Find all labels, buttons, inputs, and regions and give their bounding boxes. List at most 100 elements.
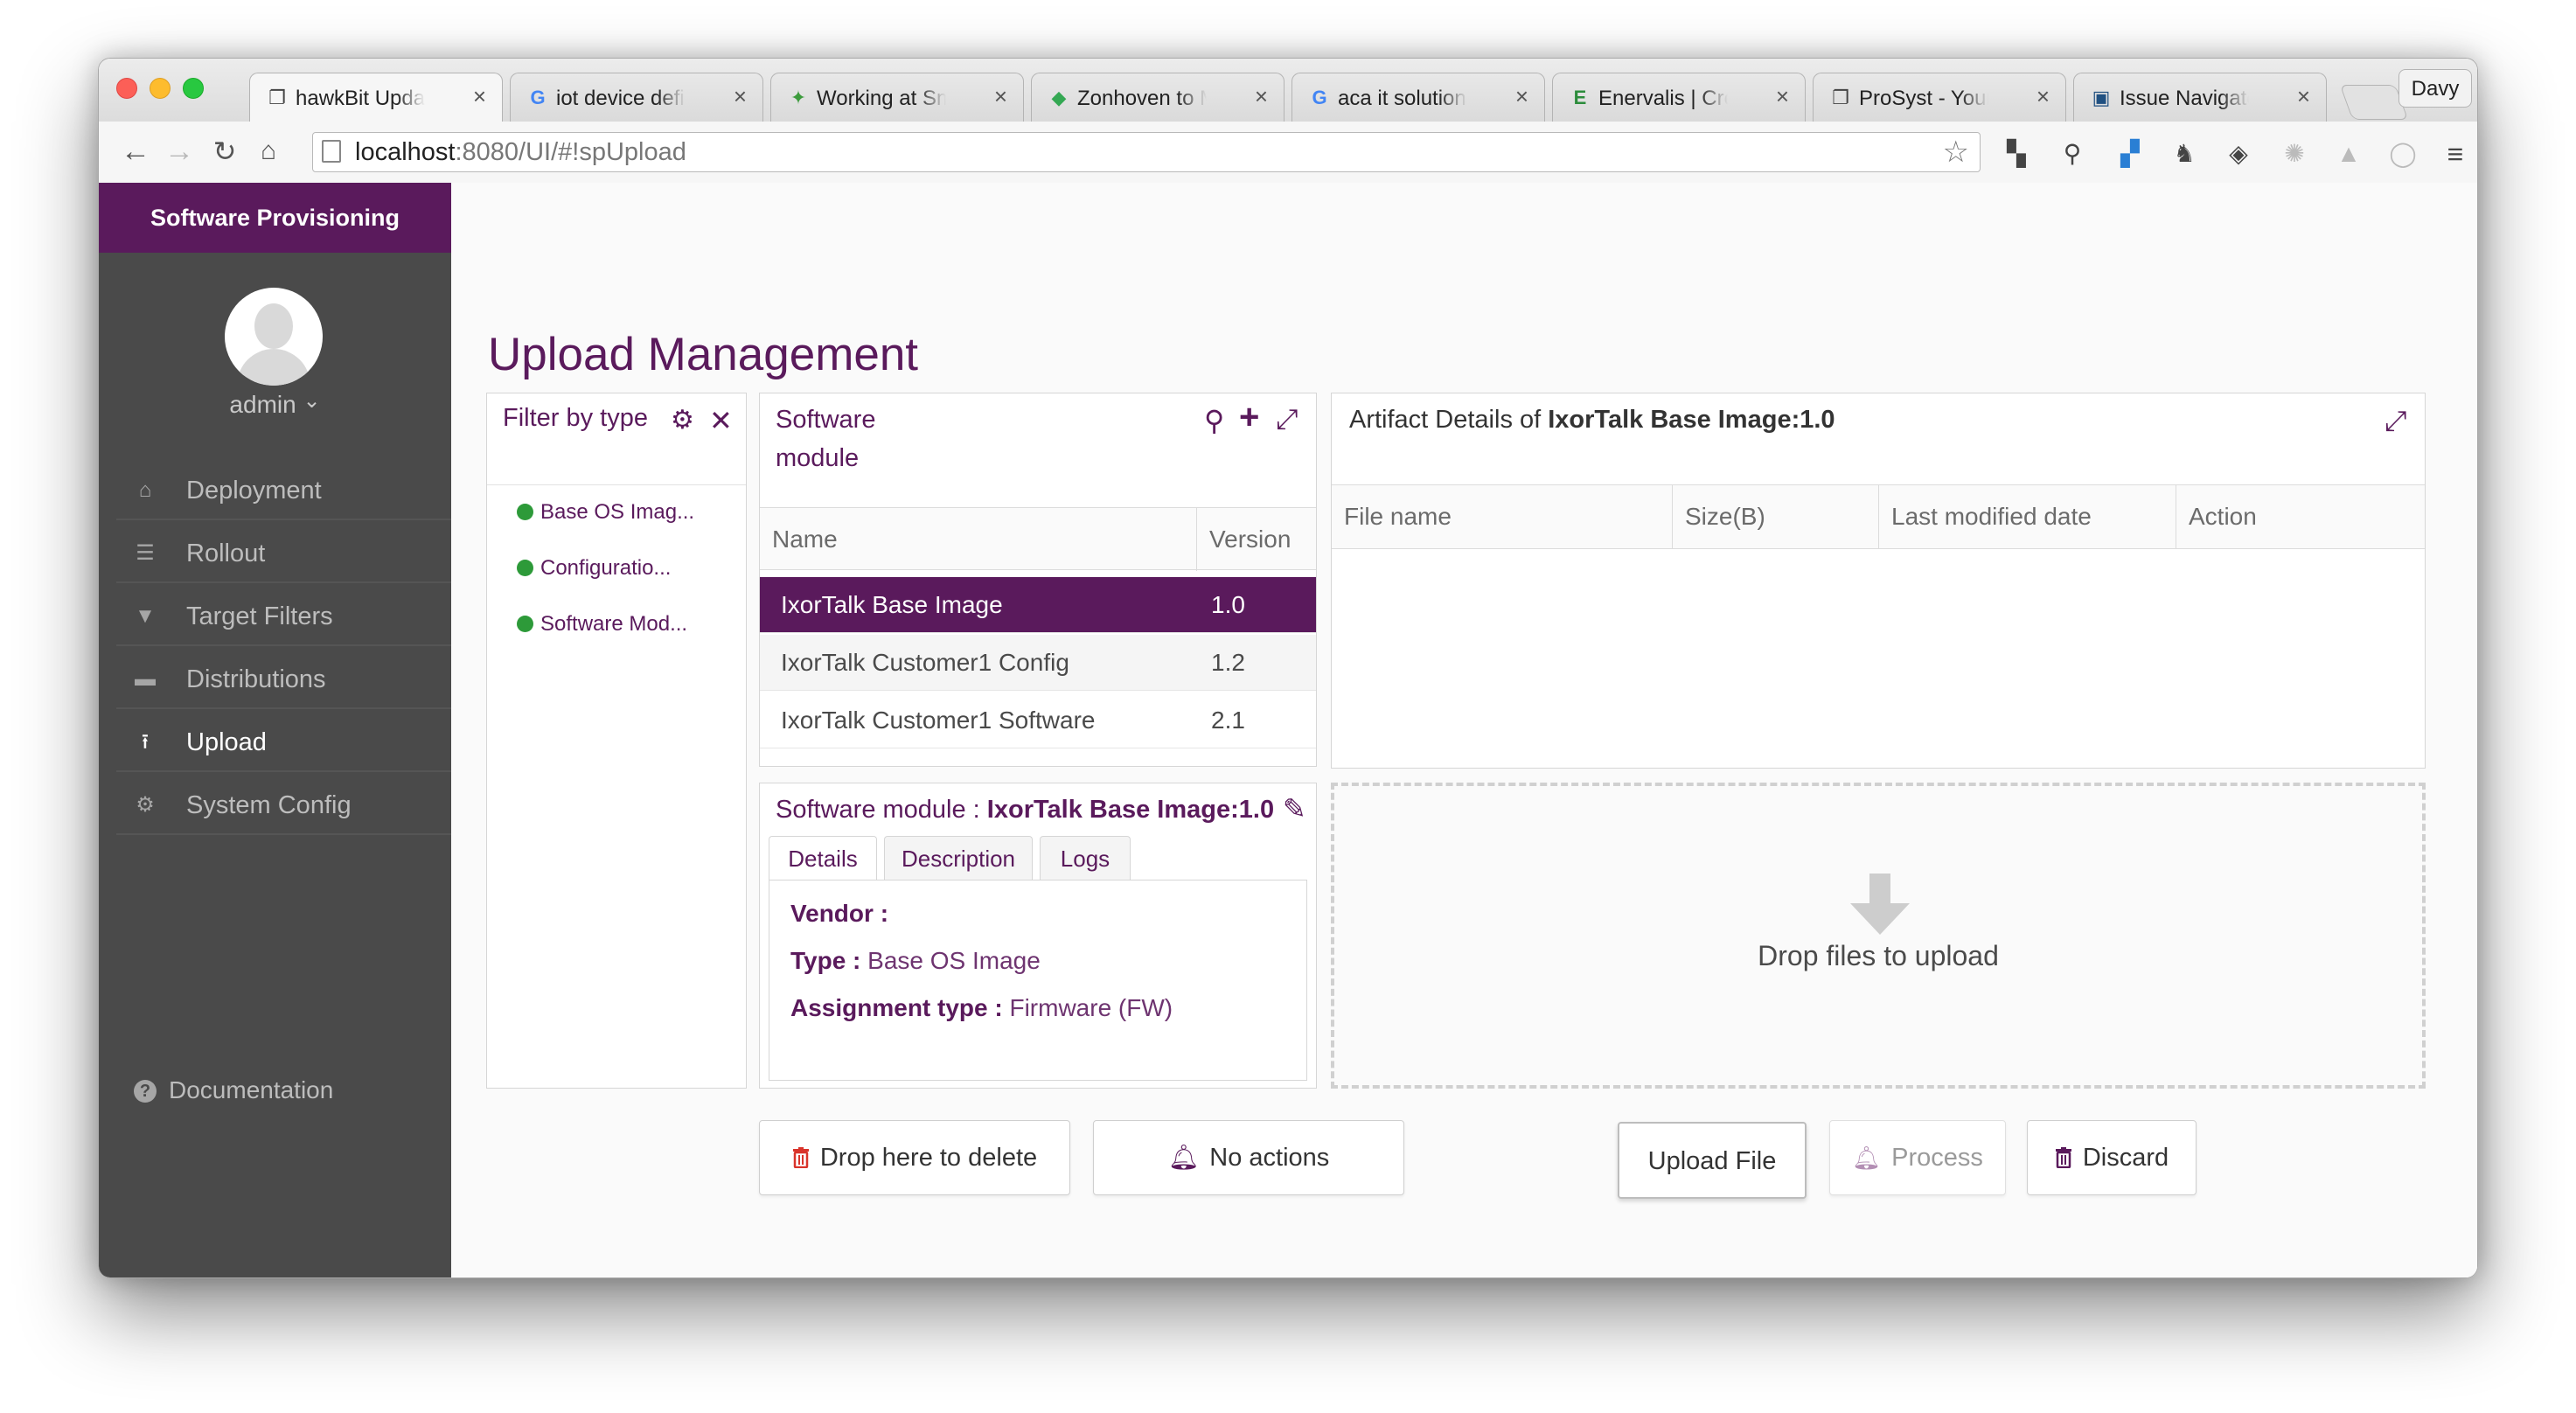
reload-icon[interactable]: ↻ bbox=[205, 132, 244, 171]
no-actions-button[interactable]: 🔔︎ No actions bbox=[1093, 1120, 1404, 1195]
sidebar-item-target-filters[interactable]: ▼ Target Filters bbox=[116, 587, 451, 646]
module-name-cell: IxorTalk Customer1 Config bbox=[781, 649, 1069, 676]
filter-type-label: Software Mod... bbox=[540, 612, 688, 636]
sidebar-item-distributions[interactable]: ▬ Distributions bbox=[116, 650, 451, 709]
filter-type-item[interactable]: Software Mod... bbox=[517, 612, 687, 637]
tab-close-icon[interactable]: × bbox=[1776, 83, 1789, 110]
table-row[interactable]: IxorTalk Customer1 Config 1.2 bbox=[760, 635, 1316, 691]
extension-link-icon[interactable]: ⚲ bbox=[2057, 139, 2087, 169]
browser-toolbar: ← → ↻ ⌂ localhost:8080/UI/#!spUpload ☆ ▚… bbox=[99, 122, 2477, 184]
tab-label: Working at Smartic bbox=[817, 87, 946, 110]
home-icon[interactable]: ⌂ bbox=[249, 132, 288, 171]
browser-tab[interactable]: ▣ Issue Navigator - × bbox=[2073, 73, 2327, 122]
url-text: localhost:8080/UI/#!spUpload bbox=[355, 138, 686, 166]
extension-circle-icon[interactable]: ◯ bbox=[2388, 139, 2418, 169]
discard-button[interactable]: Discard bbox=[2027, 1120, 2197, 1195]
browser-tab[interactable]: E Enervalis | Creating × bbox=[1552, 73, 1806, 122]
page-title: Upload Management bbox=[488, 329, 919, 380]
module-version-cell: 2.1 bbox=[1211, 706, 1245, 734]
sidebar-item-system-config[interactable]: ⚙ System Config bbox=[116, 776, 451, 835]
assignment-type-line: Assignment type : Firmware (FW) bbox=[790, 994, 1173, 1022]
sidebar-item-upload[interactable]: ⭱ Upload bbox=[116, 713, 451, 772]
table-row[interactable]: IxorTalk Base Image 1.0 bbox=[760, 577, 1316, 633]
browser-tab[interactable]: ◆ Zonhoven to Muns × bbox=[1031, 73, 1285, 122]
extension-blocks-icon[interactable]: ▞ bbox=[2115, 139, 2145, 169]
details-tab-content: Vendor : Type : Base OS Image Assignment… bbox=[769, 880, 1307, 1081]
vendor-line: Vendor : bbox=[790, 900, 888, 928]
tab-close-icon[interactable]: × bbox=[473, 83, 486, 110]
tab-close-icon[interactable]: × bbox=[1515, 83, 1528, 110]
browser-tab[interactable]: Giot device definitio × bbox=[510, 73, 763, 122]
filter-type-item[interactable]: Base OS Imag... bbox=[517, 500, 694, 525]
filter-type-label: Configuratio... bbox=[540, 556, 672, 580]
profile-button[interactable]: Davy bbox=[2398, 69, 2472, 108]
drop-to-delete-button[interactable]: Drop here to delete bbox=[759, 1120, 1070, 1195]
process-button[interactable]: 🔔︎ Process bbox=[1829, 1120, 2006, 1195]
extension-qr-icon[interactable]: ▚ bbox=[2002, 139, 2031, 169]
tab-close-icon[interactable]: × bbox=[1255, 83, 1268, 110]
app-root: Software Provisioning admin ⌄ ⌂ Deploymen… bbox=[99, 183, 2477, 1277]
tab-favicon-icon: ❐ bbox=[268, 87, 286, 108]
tab-close-icon[interactable]: × bbox=[2297, 83, 2310, 110]
back-arrow-icon[interactable]: ← bbox=[116, 132, 155, 171]
status-dot-icon bbox=[517, 560, 533, 576]
extension-react-icon[interactable]: ✺ bbox=[2280, 139, 2309, 169]
browser-tab[interactable]: ✦ Working at Smartic × bbox=[770, 73, 1024, 122]
gear-icon[interactable]: ⚙ bbox=[671, 406, 694, 435]
page-icon bbox=[322, 140, 341, 163]
module-version-cell: 1.0 bbox=[1211, 591, 1245, 618]
search-icon[interactable]: ⚲ bbox=[1204, 406, 1224, 435]
avatar bbox=[225, 288, 323, 386]
type-label: Type : bbox=[790, 947, 861, 974]
column-header-version[interactable]: Version bbox=[1197, 508, 1316, 571]
documentation-link[interactable]: ? Documentation bbox=[134, 1073, 333, 1108]
filter-type-item[interactable]: Configuratio... bbox=[517, 556, 671, 581]
address-bar[interactable]: localhost:8080/UI/#!spUpload ☆ bbox=[312, 132, 1981, 172]
upload-file-button[interactable]: Upload File bbox=[1618, 1122, 1807, 1199]
drop-to-delete-label: Drop here to delete bbox=[819, 1144, 1038, 1172]
column-header-action[interactable]: Action bbox=[2176, 485, 2425, 548]
discard-label: Discard bbox=[2082, 1144, 2169, 1172]
module-version-cell: 1.2 bbox=[1211, 649, 1245, 676]
tab-close-icon[interactable]: × bbox=[994, 83, 1007, 110]
documentation-label: Documentation bbox=[169, 1076, 334, 1103]
maximize-icon[interactable]: ⤢ bbox=[2385, 406, 2407, 435]
tab-favicon-icon: ❐ bbox=[1832, 87, 1849, 108]
tab-description[interactable]: Description bbox=[884, 836, 1033, 880]
module-name-cell: IxorTalk Base Image bbox=[781, 591, 1003, 618]
artifact-title-name: IxorTalk Base Image:1.0 bbox=[1548, 406, 1835, 434]
user-menu[interactable]: admin ⌄ bbox=[99, 375, 451, 431]
forward-arrow-icon[interactable]: → bbox=[160, 132, 198, 171]
edit-icon[interactable]: ✎ bbox=[1283, 794, 1306, 824]
tab-close-icon[interactable]: × bbox=[2036, 83, 2050, 110]
browser-tab[interactable]: Gaca it solutions sn × bbox=[1291, 73, 1545, 122]
maximize-icon[interactable]: ⤢ bbox=[1276, 404, 1298, 434]
tab-close-icon[interactable]: × bbox=[734, 83, 747, 110]
menu-icon[interactable]: ≡ bbox=[2440, 139, 2470, 169]
tab-logs[interactable]: Logs bbox=[1040, 836, 1131, 880]
sidebar-item-rollout[interactable]: ☰ Rollout bbox=[116, 524, 451, 583]
software-module-title-line1: Software bbox=[776, 406, 876, 434]
sidebar-item-deployment[interactable]: ⌂ Deployment bbox=[116, 461, 451, 520]
extension-evernote-icon[interactable]: ♞ bbox=[2169, 139, 2199, 169]
bookmark-star-icon[interactable]: ☆ bbox=[1943, 133, 1969, 171]
column-header-file-name[interactable]: File name bbox=[1332, 485, 1673, 548]
briefcase-icon: ▬ bbox=[135, 667, 156, 691]
upload-icon: ⭱ bbox=[141, 730, 150, 754]
extension-pocket-icon[interactable]: ◈ bbox=[2224, 139, 2253, 169]
table-row[interactable]: IxorTalk Customer1 Software 2.1 bbox=[760, 693, 1316, 748]
minimize-window-button[interactable] bbox=[150, 78, 171, 99]
add-icon[interactable]: + bbox=[1239, 400, 1259, 435]
tab-details[interactable]: Details bbox=[769, 836, 877, 880]
column-header-name[interactable]: Name bbox=[760, 508, 1197, 571]
browser-tab[interactable]: ❐ ProSyst - Your Par × bbox=[1813, 73, 2066, 122]
extension-drive-icon[interactable]: ▲ bbox=[2334, 139, 2364, 169]
column-header-last-modified[interactable]: Last modified date bbox=[1879, 485, 2176, 548]
column-header-size[interactable]: Size(B) bbox=[1673, 485, 1879, 548]
file-drop-zone[interactable]: Drop files to upload bbox=[1331, 783, 2426, 1089]
close-window-button[interactable] bbox=[116, 78, 137, 99]
browser-tab[interactable]: ❐ hawkBit Update S × bbox=[249, 73, 503, 122]
zoom-window-button[interactable] bbox=[183, 78, 204, 99]
details-heading-prefix: Software module : bbox=[776, 796, 987, 824]
close-icon[interactable]: ✕ bbox=[709, 406, 733, 435]
